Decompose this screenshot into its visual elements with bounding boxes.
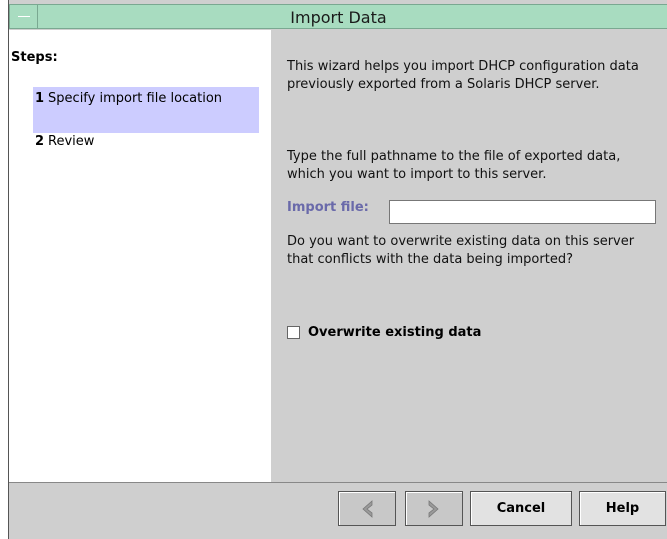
wizard-footer: Cancel Help xyxy=(9,483,667,539)
overwrite-checkbox-label[interactable]: Overwrite existing data xyxy=(308,325,481,340)
next-button[interactable] xyxy=(405,491,463,526)
intro-text: This wizard helps you import DHCP config… xyxy=(287,59,639,92)
step-label: Specify import file location xyxy=(48,91,223,106)
overwrite-question-text: Do you want to overwrite existing data o… xyxy=(287,234,635,267)
instruction-text: Type the full pathname to the file of ex… xyxy=(287,149,621,182)
import-file-label: Import file: xyxy=(287,200,369,215)
import-data-window: Import Data Steps: 1 Specify import file … xyxy=(8,0,667,539)
step-item-specify-location[interactable]: 1 Specify import file location xyxy=(33,87,259,133)
import-file-input[interactable] xyxy=(389,200,656,224)
overwrite-checkbox[interactable] xyxy=(287,326,300,339)
steps-heading: Steps: xyxy=(11,50,58,65)
step-number: 2 xyxy=(35,134,45,149)
back-button[interactable] xyxy=(338,491,396,526)
step-number: 1 xyxy=(35,91,45,106)
window-title: Import Data xyxy=(290,8,387,27)
cancel-button[interactable]: Cancel xyxy=(470,491,572,526)
next-arrow-icon xyxy=(428,499,439,518)
help-button[interactable]: Help xyxy=(579,491,666,526)
wizard-content: This wizard helps you import DHCP config… xyxy=(271,30,667,482)
steps-panel: Steps: 1 Specify import file location 2 Re… xyxy=(9,30,271,482)
step-item-review[interactable]: 2 Review xyxy=(33,134,259,154)
step-label: Review xyxy=(48,134,95,149)
back-arrow-icon xyxy=(362,499,373,518)
overwrite-checkbox-row[interactable]: Overwrite existing data xyxy=(287,325,481,340)
title-bar[interactable]: Import Data xyxy=(9,4,667,29)
